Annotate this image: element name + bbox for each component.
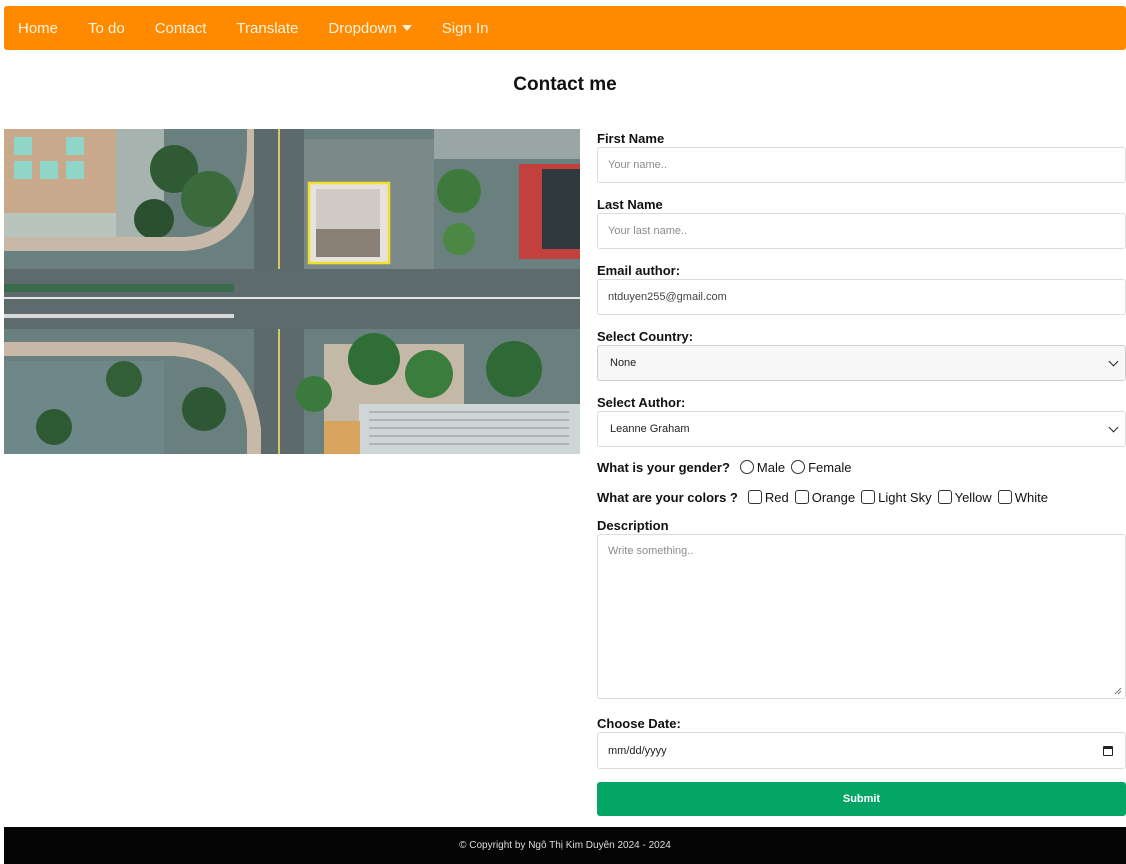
checkbox-yellow[interactable]: [937, 490, 952, 504]
checkbox-orange[interactable]: [794, 490, 809, 504]
color-option-red[interactable]: Red: [747, 489, 789, 505]
last-name-label: Last Name: [597, 197, 663, 212]
gender-option-label: Male: [756, 459, 786, 475]
chevron-down-icon: [1108, 422, 1119, 432]
aerial-intersection-image: [4, 129, 580, 454]
page-title: Contact me: [513, 74, 617, 95]
calendar-icon[interactable]: [1103, 745, 1113, 756]
nav-dropdown-toggle[interactable]: Dropdown: [328, 19, 412, 37]
chevron-down-icon: [1108, 356, 1119, 366]
author-label: Select Author:: [597, 395, 686, 410]
footer: © Copyright by Ngô Thị Kim Duyên 2024 - …: [4, 827, 1126, 864]
color-option-label: Light Sky: [878, 489, 932, 505]
first-name-input[interactable]: Your name..: [597, 147, 1126, 183]
caret-down-icon: [401, 25, 412, 31]
gender-option-female[interactable]: Female: [791, 460, 851, 475]
country-select[interactable]: None: [597, 345, 1126, 381]
nav-dropdown-label: Dropdown: [328, 19, 397, 37]
gender-option-label: Female: [808, 459, 852, 475]
nav-todo-link[interactable]: To do: [88, 20, 125, 37]
author-select[interactable]: Leanne Graham: [597, 411, 1126, 447]
color-option-label: Orange: [811, 489, 856, 505]
submit-button[interactable]: Submit: [597, 782, 1126, 816]
colors-group: What are your colors ? Red Orange Light …: [597, 487, 1126, 507]
checkbox-red[interactable]: [747, 490, 762, 504]
footer-copyright: © Copyright by Ngô Thị Kim Duyên 2024 - …: [459, 840, 671, 851]
color-option-orange[interactable]: Orange: [794, 489, 856, 505]
last-name-input[interactable]: Your last name..: [597, 213, 1126, 249]
color-option-label: White: [1014, 489, 1048, 505]
nav-translate-link[interactable]: Translate: [236, 20, 298, 37]
gender-group: What is your gender? Male Female: [597, 457, 1126, 477]
description-placeholder: Write something..: [608, 545, 694, 557]
color-option-white[interactable]: White: [997, 489, 1048, 505]
top-navbar: Home To do Contact Translate Dropdown Si…: [4, 6, 1126, 50]
date-input[interactable]: mm/dd/yyyy: [597, 732, 1126, 769]
checkbox-light-sky[interactable]: [861, 490, 876, 504]
colors-question: What are your colors ?: [597, 489, 738, 505]
author-selected-value: Leanne Graham: [610, 423, 690, 435]
email-input[interactable]: ntduyen255@gmail.com: [597, 279, 1126, 315]
gender-question: What is your gender?: [597, 459, 730, 475]
contact-form: First Name Your name.. Last Name Your la…: [597, 130, 1126, 816]
checkbox-white[interactable]: [997, 490, 1012, 504]
color-option-light-sky[interactable]: Light Sky: [861, 489, 932, 505]
gender-option-male[interactable]: Male: [739, 459, 786, 475]
date-value: mm/dd/yyyy: [608, 744, 667, 757]
description-textarea[interactable]: Write something..: [597, 534, 1126, 699]
color-option-label: Red: [764, 489, 789, 505]
nav-signin-link[interactable]: Sign In: [442, 20, 489, 37]
description-label: Description: [597, 518, 669, 533]
first-name-label: First Name: [597, 131, 665, 146]
color-option-label: Yellow: [954, 489, 992, 505]
country-selected-value: None: [610, 357, 637, 369]
radio-male[interactable]: [739, 460, 754, 474]
date-label: Choose Date:: [597, 716, 681, 731]
nav-contact-link[interactable]: Contact: [155, 20, 207, 37]
country-label: Select Country:: [597, 329, 694, 344]
email-label: Email author:: [597, 263, 681, 278]
radio-female[interactable]: [791, 460, 806, 474]
resize-handle-icon[interactable]: [1114, 687, 1122, 695]
color-option-yellow[interactable]: Yellow: [937, 489, 992, 505]
nav-home-link[interactable]: Home: [18, 20, 58, 37]
